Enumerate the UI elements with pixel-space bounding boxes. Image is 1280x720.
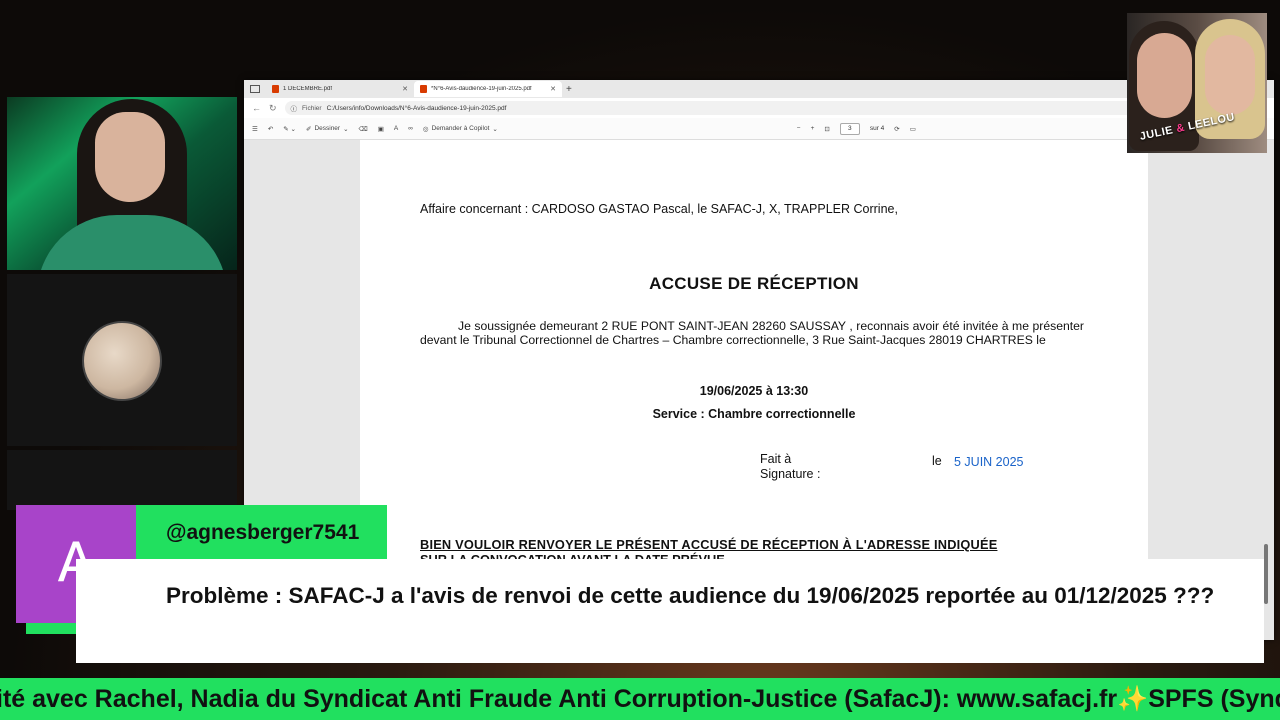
hearing-datetime: 19/06/2025 à 13:30 (699, 384, 809, 398)
fait-a-label: Fait à (760, 452, 792, 466)
guest2-face (1205, 35, 1255, 115)
undo-icon[interactable]: ↶ (268, 125, 273, 133)
back-arrow-icon[interactable]: ← (252, 103, 261, 113)
comment-box: Problème : SAFAC-J a l'avis de renvoi de… (76, 559, 1264, 663)
info-icon: ⓘ (290, 106, 298, 113)
window-menu-icon[interactable] (250, 85, 260, 93)
webcam-guests: JULIE & LEELOU (1127, 13, 1267, 153)
zoom-out-icon[interactable]: − (797, 125, 801, 132)
copilot-button[interactable]: ◎ Demander à Copilot ⌄ (423, 125, 498, 133)
participant-tile-2 (7, 450, 237, 510)
scheme-label: Fichier (302, 104, 322, 112)
address-bar[interactable]: ⓘ Fichier C:/Users/info/Downloads/N°6-Av… (284, 101, 1252, 115)
pdf-icon (272, 85, 279, 93)
read-aloud-icon[interactable]: A (394, 125, 398, 132)
new-tab-plus-icon[interactable]: + (566, 84, 572, 95)
copilot-label: Demander à Copilot (431, 125, 490, 132)
contents-icon[interactable]: ☰ (252, 125, 258, 133)
copilot-icon: ◎ (422, 125, 429, 133)
browser-window: 1 DECEMBRE.pdf ✕ *N°6-Avis-daudience-19-… (244, 80, 1274, 640)
address-row: ← ↻ ⓘ Fichier C:/Users/info/Downloads/N°… (244, 98, 1274, 118)
person-face (95, 112, 165, 202)
two-page-icon[interactable]: ▭ (910, 125, 916, 133)
close-icon[interactable]: ✕ (550, 85, 556, 93)
signed-date: 5 JUIN 2025 (954, 455, 1024, 469)
ticker-text: ité avec Rachel, Nadia du Syndicat Anti … (0, 685, 1280, 713)
tab-title: 1 DECEMBRE.pdf (283, 86, 333, 92)
scrollbar-thumb[interactable] (1264, 544, 1268, 604)
return-instruction: BIEN VOULOIR RENVOYER LE PRÉSENT ACCUSÉ … (420, 537, 998, 552)
fit-page-icon[interactable]: ⊡ (824, 125, 829, 133)
pdf-toolbar: ☰ ↶ ✎ ⌄ ✐ Dessiner ⌄ ⌫ ▣ A ∞ ◎ Demander … (244, 118, 1274, 140)
signature-label: Signature : (760, 467, 821, 481)
tab-bar: 1 DECEMBRE.pdf ✕ *N°6-Avis-daudience-19-… (244, 80, 1274, 98)
declaration-paragraph: Je soussignée demeurant 2 RUE PONT SAINT… (420, 319, 1084, 347)
service-line: Service : Chambre correctionnelle (652, 407, 856, 421)
person-sweater (37, 215, 227, 270)
draw-button[interactable]: ✐ Dessiner ⌄ (306, 125, 349, 133)
highlight-icon[interactable]: ✎ ⌄ (283, 125, 296, 133)
comment-text: Problème : SAFAC-J a l'avis de renvoi de… (166, 583, 1215, 608)
draw-label: Dessiner (314, 125, 341, 132)
participant-avatar (82, 321, 162, 401)
document-heading: ACCUSE DE RÉCEPTION (649, 274, 859, 293)
pen-icon: ✐ (305, 125, 312, 133)
tab-title: *N°6-Avis-daudience-19-juin-2025.pdf (431, 86, 532, 92)
affaire-line: Affaire concernant : CARDOSO GASTAO Pasc… (420, 202, 898, 216)
url-text: C:/Users/info/Downloads/N°6-Avis-daudien… (326, 104, 507, 112)
zoom-in-icon[interactable]: + (811, 125, 815, 132)
le-label: le (932, 454, 942, 468)
page-number-input[interactable]: 3 (839, 122, 860, 135)
news-ticker: ité avec Rachel, Nadia du Syndicat Anti … (0, 678, 1280, 720)
tab-avis-audience[interactable]: *N°6-Avis-daudience-19-juin-2025.pdf ✕ (414, 81, 562, 97)
pdf-icon (420, 85, 427, 93)
signature-block: Fait à Signature : (760, 452, 820, 482)
eraser-icon[interactable]: ⌫ (359, 125, 368, 133)
commenter-username: @agnesberger7541 (166, 521, 360, 544)
translate-icon[interactable]: ∞ (408, 125, 413, 132)
close-icon[interactable]: ✕ (402, 85, 408, 93)
page-total: sur 4 (869, 125, 885, 132)
page-view-icon[interactable]: ▣ (378, 125, 384, 133)
refresh-icon[interactable]: ↻ (269, 103, 277, 114)
webcam-host (7, 97, 237, 270)
guest1-face (1137, 33, 1192, 118)
participant-tile (7, 274, 237, 446)
rotate-icon[interactable]: ⟳ (894, 125, 899, 133)
vertical-scrollbar[interactable] (1264, 204, 1268, 640)
tab-1-decembre[interactable]: 1 DECEMBRE.pdf ✕ (266, 81, 414, 97)
